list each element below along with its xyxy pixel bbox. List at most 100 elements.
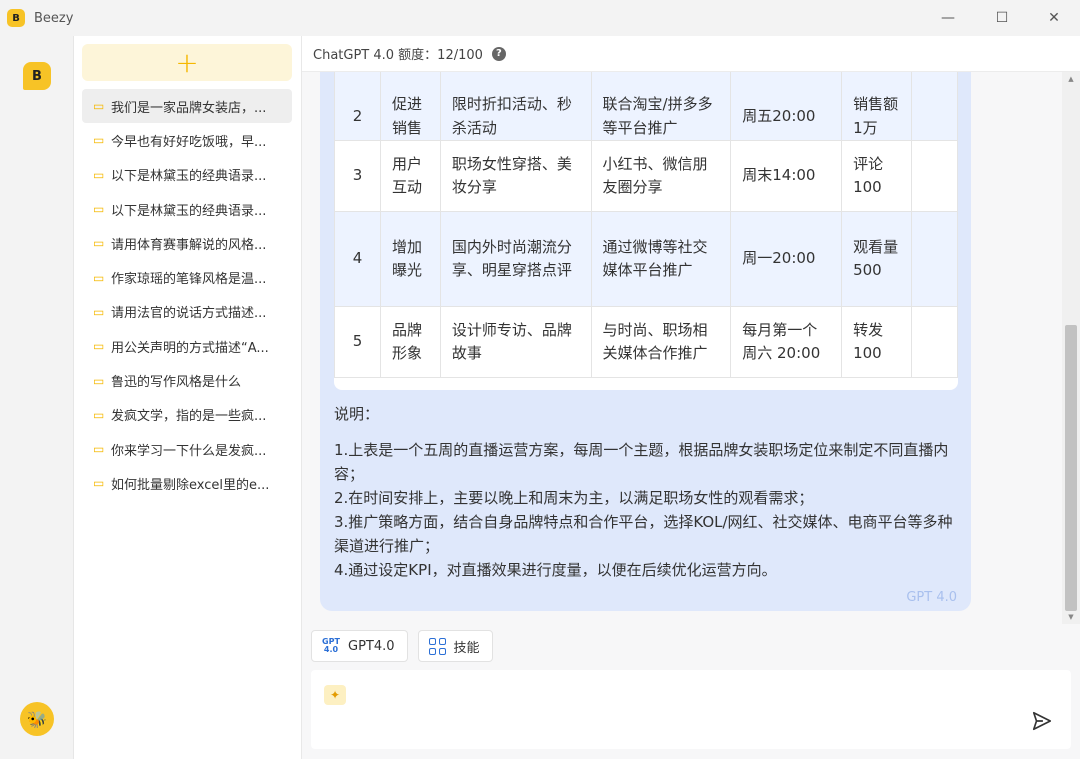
table-cell: 职场女性穿搭、美妆分享	[439, 140, 592, 212]
conversation-label: 请用法官的说话方式描述...	[111, 306, 267, 322]
table-cell: 4	[334, 211, 381, 307]
conversation-item[interactable]: ▭ 请用法官的说话方式描述...	[82, 295, 292, 329]
app-logo-icon: B	[7, 9, 25, 27]
message-input-box: ✦	[311, 670, 1071, 749]
table-cell: 设计师专访、品牌故事	[439, 306, 592, 378]
note-line: 2.在时间安排上，主要以晚上和周末为主，以满足职场女性的观看需求；	[334, 489, 814, 507]
table-cell: 限时折扣活动、秒杀活动	[439, 72, 592, 141]
skills-label: 技能	[453, 640, 480, 656]
conversation-label: 以下是林黛玉的经典语录...	[111, 203, 267, 219]
conversation-item[interactable]: ▭ 今早也有好好吃饭哦，早...	[82, 123, 292, 157]
conversation-item[interactable]: ▭ 用公关声明的方式描述“A...	[82, 329, 292, 363]
table-row: 5 品牌形象 设计师专访、品牌故事 与时尚、职场相关媒体合作推广 每月第一个周六…	[334, 306, 958, 378]
chat-scrollbar[interactable]: ▲ ▼	[1062, 72, 1080, 624]
scroll-down-icon[interactable]: ▼	[1062, 610, 1080, 624]
assistant-message: 2 促进销售 限时折扣活动、秒杀活动 联合淘宝/拼多多等平台推广 周五20:00…	[320, 72, 971, 611]
chat-bubble-icon: ▭	[93, 99, 105, 114]
conversation-label: 作家琼瑶的笔锋风格是温...	[111, 272, 267, 288]
table-cell: 品牌形象	[379, 306, 441, 378]
table-row: 2 促进销售 限时折扣活动、秒杀活动 联合淘宝/拼多多等平台推广 周五20:00…	[334, 72, 958, 141]
quota-label: ChatGPT 4.0 额度：12/100	[313, 48, 483, 63]
chat-messages: 2 促进销售 限时折扣活动、秒杀活动 联合淘宝/拼多多等平台推广 周五20:00…	[302, 72, 1062, 624]
notes-label: 说明：	[334, 405, 380, 423]
conversation-list: ▭ 我们是一家品牌女装店，... ▭ 今早也有好好吃饭哦，早... ▭ 以下是林黛玉的…	[82, 89, 292, 501]
chat-bubble-icon: ▭	[93, 270, 105, 285]
model-select-button[interactable]: GPT 4.0 GPT4.0	[311, 630, 408, 662]
conversation-item[interactable]: ▭ 作家琼瑶的笔锋风格是温...	[82, 260, 292, 294]
nav-rail: B 🐝	[0, 36, 74, 759]
conversation-item[interactable]: ▭ 鲁迅的写作风格是什么	[82, 363, 292, 397]
gpt-model-icon: GPT 4.0	[322, 638, 340, 654]
conversation-item[interactable]: ▭ 发疯文学，指的是一些疯...	[82, 398, 292, 432]
grid-icon	[428, 637, 446, 655]
table-cell: 周一20:00	[730, 211, 843, 307]
conversation-label: 以下是林黛玉的经典语录...	[111, 169, 267, 185]
conversation-sidebar: + ▭ 我们是一家品牌女装店，... ▭ 今早也有好好吃饭哦，早... ▭ 以下是林黛…	[74, 36, 302, 759]
conversation-item[interactable]: ▭ 你来学习一下什么是发疯...	[82, 432, 292, 466]
conversation-label: 发疯文学，指的是一些疯...	[111, 409, 267, 425]
conversation-label: 今早也有好好吃饭哦，早...	[111, 134, 267, 150]
conversation-label: 我们是一家品牌女装店，...	[111, 100, 267, 116]
table-cell: 周末14:00	[730, 140, 843, 212]
conversation-item[interactable]: ▭ 请用体育赛事解说的风格...	[82, 226, 292, 260]
conversation-label: 你来学习一下什么是发疯...	[111, 443, 267, 459]
input-toolbar: GPT 4.0 GPT4.0 技能	[302, 624, 1080, 668]
table-cell: 周五20:00	[730, 72, 843, 141]
table-cell	[911, 306, 958, 378]
notes-section: 说明： 1.上表是一个五周的直播运营方案，每周一个主题，根据品牌女装职场定位来制…	[334, 402, 958, 582]
table-row: 4 增加曝光 国内外时尚潮流分享、明星穿搭点评 通过微博等社交媒体平台推广 周一…	[334, 211, 958, 307]
table-cell: 每月第一个周六 20:00	[730, 306, 843, 378]
live-plan-table: 2 促进销售 限时折扣活动、秒杀活动 联合淘宝/拼多多等平台推广 周五20:00…	[334, 72, 958, 378]
table-row: 3 用户互动 职场女性穿搭、美妆分享 小红书、微信朋友圈分享 周末14:00 评…	[334, 140, 958, 212]
help-icon[interactable]: ?	[491, 46, 506, 61]
table-cell	[911, 140, 958, 212]
model-label: GPT4.0	[348, 638, 395, 654]
table-cell: 与时尚、职场相关媒体合作推广	[590, 306, 732, 378]
table-cell: 通过微博等社交媒体平台推广	[590, 211, 732, 307]
conversation-label: 鲁迅的写作风格是什么	[111, 375, 242, 391]
chat-bubble-icon: ▭	[93, 202, 105, 217]
conversation-item[interactable]: ▭ 我们是一家品牌女装店，...	[82, 89, 292, 124]
new-chat-button[interactable]: +	[82, 44, 292, 81]
conversation-label: 请用体育赛事解说的风格...	[111, 237, 267, 253]
conversation-label: 如何批量剔除excel里的e...	[111, 477, 270, 493]
skills-button[interactable]: 技能	[417, 630, 493, 662]
scroll-up-icon[interactable]: ▲	[1062, 72, 1080, 86]
maximize-button[interactable]: ☐	[979, 0, 1025, 36]
chat-bubble-icon: ▭	[93, 476, 105, 491]
conversation-item[interactable]: ▭ 以下是林黛玉的经典语录...	[82, 192, 292, 226]
table-cell: 3	[334, 140, 381, 212]
minimize-button[interactable]: —	[925, 0, 971, 36]
chat-bubble-icon: ▭	[93, 304, 105, 319]
table-cell	[911, 211, 958, 307]
chat-bubble-icon: ▭	[93, 236, 105, 251]
conversation-label: 用公关声明的方式描述“A...	[111, 340, 269, 356]
table-cell: 用户互动	[379, 140, 441, 212]
note-line: 3.推广策略方面，结合自身品牌特点和合作平台，选择KOL/网红、社交媒体、电商平…	[334, 513, 953, 555]
quota-bar: ChatGPT 4.0 额度：12/100 ?	[302, 36, 1080, 72]
message-input[interactable]	[355, 680, 1015, 710]
chat-bubble-icon: ▭	[93, 442, 105, 457]
table-cell: 促进销售	[379, 72, 441, 141]
magic-wand-icon[interactable]: ✦	[324, 685, 346, 705]
conversation-item[interactable]: ▭ 如何批量剔除excel里的e...	[82, 466, 292, 500]
plan-table-container: 2 促进销售 限时折扣活动、秒杀活动 联合淘宝/拼多多等平台推广 周五20:00…	[334, 72, 958, 390]
close-button[interactable]: ✕	[1031, 0, 1077, 36]
table-cell: 转发100	[841, 306, 913, 378]
scrollbar-thumb[interactable]	[1065, 325, 1077, 611]
chat-bubble-icon: ▭	[93, 133, 105, 148]
send-icon[interactable]	[1031, 710, 1053, 732]
table-cell: 国内外时尚潮流分享、明星穿搭点评	[439, 211, 592, 307]
note-line: 4.通过设定KPI，对直播效果进行度量，以便在后续优化运营方向。	[334, 561, 777, 579]
table-cell: 评论100	[841, 140, 913, 212]
table-cell: 5	[334, 306, 381, 378]
beezy-logo-icon[interactable]: B	[23, 62, 51, 90]
table-cell: 2	[334, 72, 381, 141]
conversation-item[interactable]: ▭ 以下是林黛玉的经典语录...	[82, 158, 292, 192]
chat-bubble-icon: ▭	[93, 373, 105, 388]
note-line: 1.上表是一个五周的直播运营方案，每周一个主题，根据品牌女装职场定位来制定不同直…	[334, 441, 949, 483]
gpt-icon-line: 4.0	[323, 645, 339, 654]
model-tag: GPT 4.0	[906, 590, 957, 605]
user-avatar[interactable]: 🐝	[20, 702, 54, 736]
table-cell: 小红书、微信朋友圈分享	[590, 140, 732, 212]
